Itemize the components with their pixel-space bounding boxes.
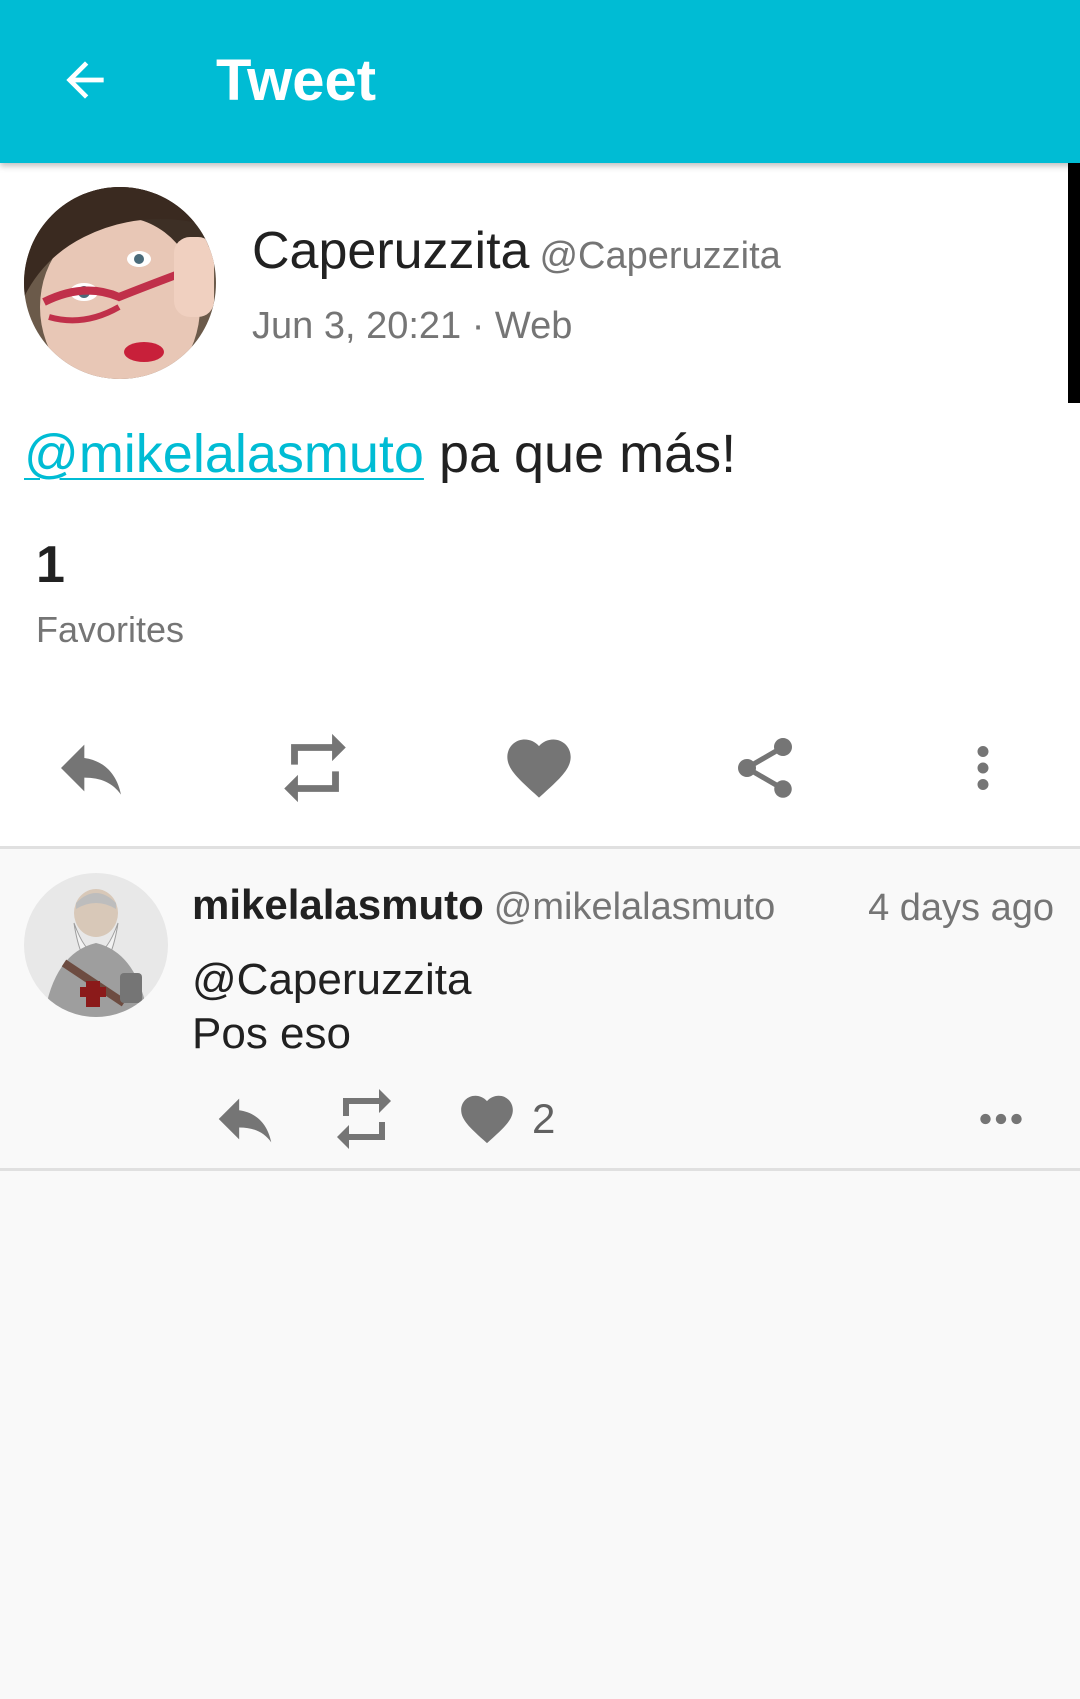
arrow-left-icon [66,61,104,99]
tweet-action-bar [0,713,1080,823]
favorite-button[interactable] [484,713,594,823]
reply-author-name[interactable]: mikelalasmuto @mikelalasmuto [192,881,775,929]
reply-reply-button[interactable] [210,1079,280,1159]
author-display-name: Caperuzzita [252,222,530,280]
reply-body: Pos eso [192,1009,351,1058]
more-vertical-icon [977,746,989,790]
author-name[interactable]: Caperuzzita @Caperuzzita [252,221,781,281]
reply-author-avatar[interactable] [24,873,168,1017]
favorites-label: Favorites [36,609,185,650]
heart-icon [461,1095,513,1144]
scroll-indicator [1068,163,1080,403]
retweet-icon [284,733,346,803]
reply-timestamp: 4 days ago [868,887,1054,929]
more-horizontal-icon [980,1113,1022,1125]
tweet-text-body: pa que más! [423,424,737,484]
back-button[interactable] [50,45,120,115]
tweet-text: @mikelalasmuto pa que más! [24,423,736,485]
reply-mention[interactable]: @Caperuzzita [192,953,471,1007]
reply-retweet-button[interactable] [328,1079,400,1159]
author-avatar[interactable] [24,187,216,379]
author-handle: @Caperuzzita [539,235,781,277]
reply-icon [61,744,121,795]
tweet-timestamp: Jun 3, 20:21 · Web [252,305,573,347]
reply-icon [218,1098,272,1143]
reply-more-button[interactable] [970,1079,1032,1159]
more-options-button[interactable] [928,713,1038,823]
reply-button[interactable] [36,713,146,823]
retweet-icon [337,1089,391,1149]
reply-action-bar: 2 [0,1079,1080,1159]
reply-text: @Caperuzzita Pos eso [192,953,471,1061]
reply-like-button[interactable]: 2 [456,1079,555,1159]
share-icon [738,738,792,798]
divider [0,1168,1080,1171]
favorites-count[interactable]: 1 [36,535,65,595]
main-tweet: Caperuzzita @Caperuzzita Jun 3, 20:21 · W… [0,163,1080,847]
share-button[interactable] [710,713,820,823]
app-bar: Tweet [0,0,1080,163]
reply-display-name: mikelalasmuto [192,881,484,928]
page-title: Tweet [216,48,377,113]
reply-tweet[interactable]: mikelalasmuto @mikelalasmuto 4 days ago @… [0,849,1080,1169]
mention-link[interactable]: @mikelalasmuto [24,424,424,484]
reply-author-handle: @mikelalasmuto [493,886,776,928]
reply-like-count: 2 [532,1095,556,1142]
heart-icon [507,739,571,798]
retweet-button[interactable] [260,713,370,823]
